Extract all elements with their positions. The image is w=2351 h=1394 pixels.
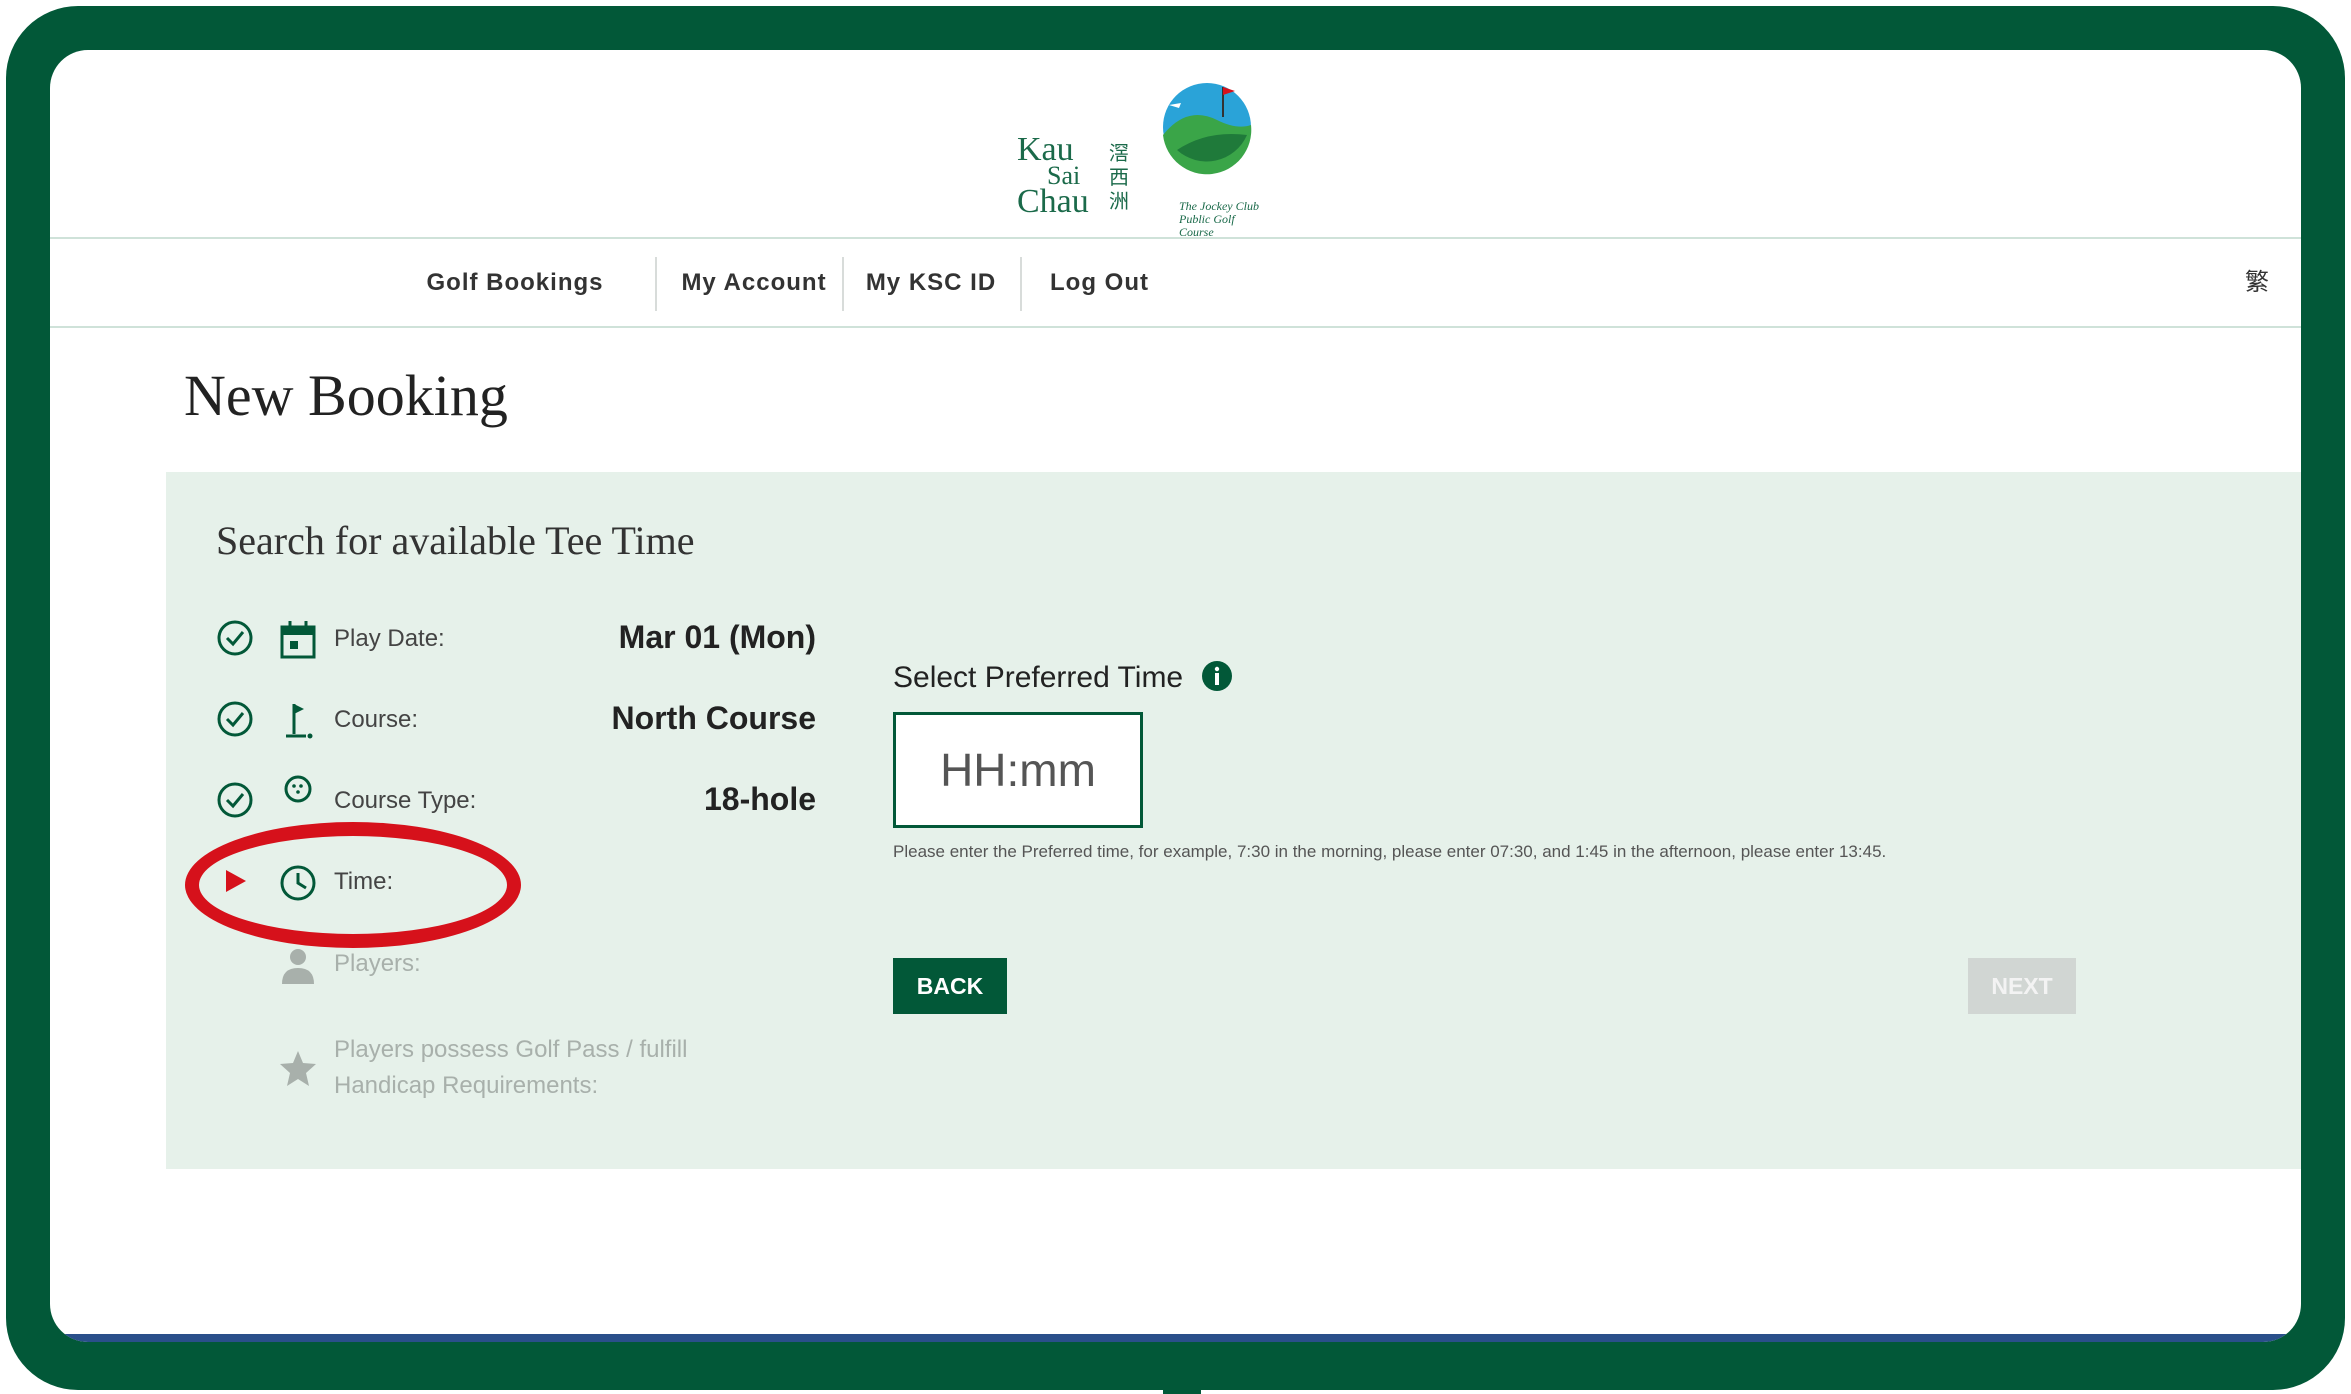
calendar-icon (280, 621, 316, 659)
browser-screen: Kau Sai Chau 滘西洲 The Jockey Club Public … (50, 50, 2301, 1342)
next-button[interactable]: NEXT (1968, 958, 2076, 1014)
person-icon (282, 949, 314, 984)
step-label: Play Date: (334, 625, 445, 652)
flag-icon (286, 704, 313, 739)
golf-course-logo-icon (1163, 83, 1252, 175)
page-title: New Booking (184, 363, 508, 428)
nav-log-out[interactable]: Log Out (1022, 239, 1177, 326)
check-circle-icon (217, 701, 253, 737)
annotation-highlight-circle (185, 822, 521, 948)
preferred-time-input[interactable] (893, 712, 1143, 828)
language-toggle[interactable]: 繁 (2245, 239, 2269, 326)
nav-divider (655, 257, 657, 311)
step-value: Mar 01 (Mon) (618, 619, 816, 655)
preferred-time-label: Select Preferred Time (893, 660, 1233, 695)
step-players: Players: (216, 944, 816, 1004)
tee-time-search-panel: Search for available Tee Time Play Date:… (166, 472, 2301, 1169)
frame-notch (1163, 1380, 1201, 1394)
step-course: Course: North Course (216, 700, 816, 760)
step-golf-pass: Players possess Golf Pass / fulfill Hand… (216, 1032, 816, 1112)
logo-chinese-name: 滘西洲 (1109, 141, 1129, 213)
step-label: Course Type: (334, 787, 477, 814)
step-label: Course: (334, 706, 419, 733)
nav-golf-bookings[interactable]: Golf Bookings (415, 239, 615, 326)
kau-sai-chau-logo[interactable]: Kau Sai Chau 滘西洲 The Jockey Club Public … (1017, 75, 1267, 239)
info-icon[interactable] (1201, 660, 1233, 692)
golf-ball-icon (284, 775, 312, 803)
logo-tagline: The Jockey Club Public Golf Course (1179, 199, 1259, 239)
preferred-time-label-text: Select Preferred Time (893, 661, 1184, 694)
logo-wordmark: Kau Sai Chau (1017, 133, 1089, 220)
main-nav: Golf Bookings My Account My KSC ID Log O… (50, 237, 2301, 328)
nav-my-account[interactable]: My Account (668, 239, 840, 326)
step-label: Players: (334, 950, 421, 977)
check-circle-icon (217, 782, 253, 818)
back-button[interactable]: BACK (893, 958, 1007, 1014)
panel-title: Search for available Tee Time (216, 518, 695, 563)
step-label: Players possess Golf Pass / fulfill Hand… (334, 1036, 688, 1099)
step-value: North Course (611, 700, 816, 736)
preferred-time-hint: Please enter the Preferred time, for exa… (893, 842, 1887, 861)
bottom-blue-bar (50, 1334, 2301, 1342)
check-circle-icon (217, 620, 253, 656)
logo-word-chau: Chau (1017, 183, 1089, 220)
star-icon (280, 1051, 316, 1086)
nav-divider (842, 257, 844, 311)
step-value: 18-hole (703, 781, 816, 817)
nav-my-ksc-id[interactable]: My KSC ID (845, 239, 1017, 326)
step-play-date: Play Date: Mar 01 (Mon) (216, 619, 816, 679)
